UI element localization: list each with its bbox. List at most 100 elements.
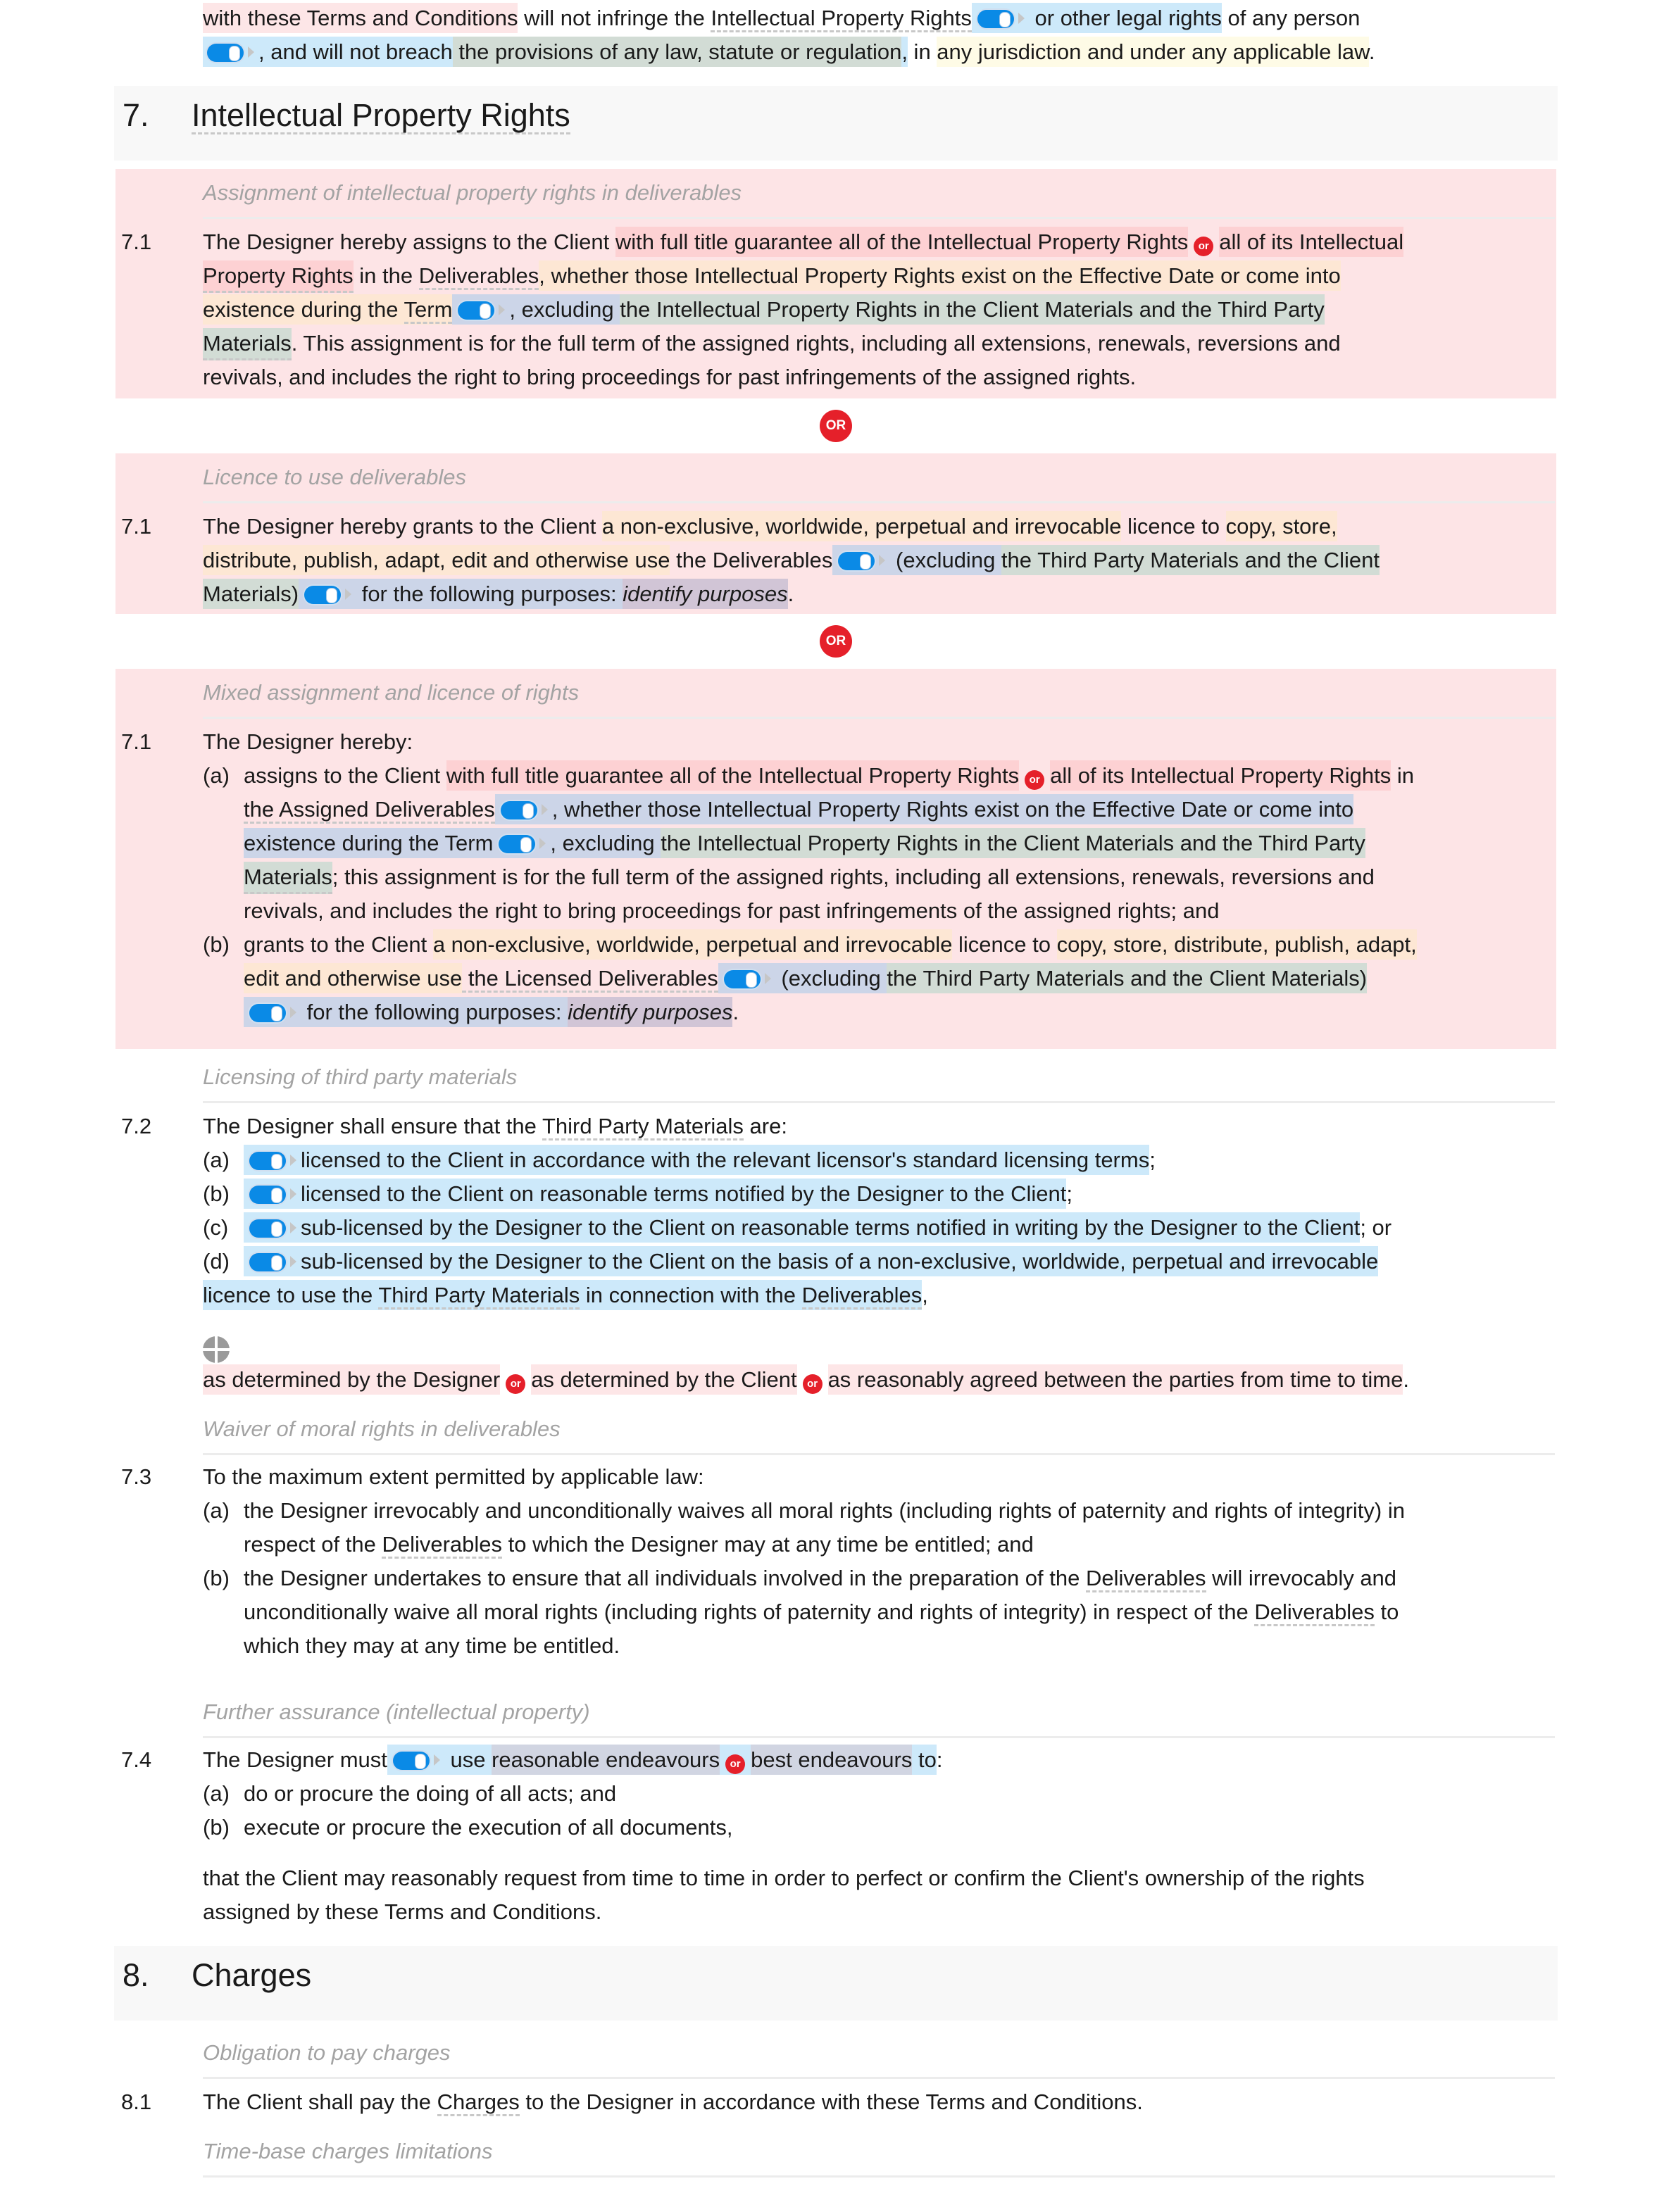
clause-subtitle: Assignment of intellectual property righ… [203,176,1555,219]
defined-term: Charges [437,2090,520,2116]
toggle-icon[interactable] [723,970,761,988]
defined-term: Deliverables [418,263,539,290]
optional-text: the provisions of any law, statute or re… [452,37,902,67]
section-number: 7. [123,97,149,133]
clause-text: The Designer hereby assigns to the Clien… [203,230,615,254]
toggle-icon[interactable] [249,1152,286,1170]
toggle-icon[interactable] [392,1752,430,1770]
clause-text: the Licensed Deliverables [462,966,718,993]
clause-text: (excluding [775,966,887,991]
list-label: (a) [203,763,230,788]
clause-text: which they may at any time be entitled. [244,1633,620,1658]
clause-text: Materials) [203,579,299,609]
arrow-icon [499,304,506,315]
clause-text: ; this assignment is for the full term o… [332,865,1375,889]
list-label: (b) [203,1181,230,1206]
list-label: (a) [203,1781,230,1806]
list-item-a: assigns to the Client with full title gu… [244,759,1553,928]
clause-7-4: The Designer must use reasonable endeavo… [203,1743,1555,1777]
text-group: the Assigned Deliverables , whether those… [244,793,1553,827]
arrow-icon [290,1256,296,1267]
clause-text: sub-licensed by the Designer to the Clie… [301,1249,1379,1274]
text-group: Materials. This assignment is for the fu… [203,327,1555,360]
toggle-icon[interactable] [500,801,537,819]
punctuation: . [1368,39,1375,64]
or-choice-icon[interactable]: or [506,1374,526,1394]
or-choice-icon[interactable]: or [725,1754,746,1774]
defined-term[interactable]: Intellectual Property Rights [711,6,972,32]
intro-line-1: with these Terms and Conditions will not… [203,1,1360,35]
arrow-icon [248,46,254,58]
option-text: as determined by the Designer [203,1364,501,1395]
text-group: use reasonable endeavours or best endeavou… [387,1745,937,1775]
clause-text: with full title guarantee all of the Int… [446,760,1020,791]
text-group: unconditionally waive all moral rights (… [244,1595,1553,1629]
optional-text: , and will not breach [258,39,453,64]
punctuation: , [901,39,908,64]
text-group: for the following purposes: [299,579,623,609]
clause-text: assigns to the Client [244,763,446,788]
or-choice-icon[interactable]: or [1025,770,1045,790]
toggle-icon[interactable] [207,44,244,62]
clause-text: grants to the Client [244,932,433,957]
clause-text: , [922,1283,928,1307]
text-group: Materials; this assignment is for the fu… [244,860,1553,894]
list-label: (b) [203,1566,230,1590]
toggle-icon[interactable] [249,1219,286,1238]
optional-text: or other legal rights [1028,6,1222,30]
placeholder-text[interactable]: identify purposes [623,579,788,609]
or-choice-icon[interactable]: or [802,1374,823,1394]
list-item-b: the Designer undertakes to ensure that a… [244,1561,1553,1663]
clause-text: (excluding [889,548,1001,572]
clause-text: the Designer irrevocably and uncondition… [244,1498,1405,1523]
placeholder-text[interactable]: identify purposes [568,997,733,1027]
section-title: Charges [192,1957,312,1993]
clause-text: the Deliverables [670,548,833,572]
clause-text: copy, store, [1225,511,1337,541]
toggle-icon[interactable] [499,835,536,853]
clause-text: unconditionally waive all moral rights (… [244,1600,1255,1624]
text-group: existence during the Term , excluding the… [203,293,1555,327]
option-text: all of its Intellectual [1219,227,1404,257]
toggle-icon[interactable] [458,301,495,320]
clause-text: sub-licensed by the Designer to the Clie… [301,1215,1361,1240]
clause-text: existence during the Term [244,831,494,855]
drag-handle-icon[interactable] [203,1336,230,1363]
clause-text: a non-exclusive, worldwide, perpetual an… [432,929,953,960]
clause-text: The Designer shall ensure that the [203,1114,542,1138]
clause-text: licence to use the [203,1283,379,1307]
toggle-icon[interactable] [304,586,342,604]
toggle-icon[interactable] [977,10,1014,28]
clause-subtitle: Time-base charges limitations [203,2135,1555,2178]
or-separator-icon[interactable]: OR [820,625,852,658]
text-group: revivals, and includes the right to brin… [244,894,1553,928]
toggle-icon[interactable] [249,1186,286,1204]
text-group: grants to the Client a non-exclusive, wo… [244,928,1553,962]
section-number: 8. [123,1957,149,1993]
clause-text: all of its Intellectual Property Rights [1050,760,1392,791]
toggle-icon[interactable] [838,552,875,570]
clause-text: licensed to the Client in accordance wit… [301,1148,1150,1172]
toggle-icon[interactable] [249,1253,286,1271]
toggle-icon[interactable] [249,1004,286,1022]
clause-text: . [1403,1367,1409,1392]
clause-number: 7.1 [121,729,152,754]
text-group: for the following purposes: [244,997,568,1027]
text-group: licensed to the Client on reasonable ter… [244,1179,1067,1209]
option-text: as determined by the Client [531,1364,797,1395]
list-label: (a) [203,1498,230,1523]
arrow-icon [290,1188,296,1200]
list-label: (d) [203,1249,230,1274]
clause-text: revivals, and includes the right to brin… [203,365,1137,389]
text-group: for the following purposes: identify pur… [244,995,1553,1029]
clause-text: a non-exclusive, worldwide, perpetual an… [601,511,1122,541]
or-choice-icon[interactable]: or [1194,237,1214,256]
clause-text: Third Party Materials [542,1114,744,1140]
or-separator-icon[interactable]: OR [820,410,852,442]
text-group: sub-licensed by the Designer to the Clie… [244,1212,1361,1243]
option-text: as reasonably agreed between the parties… [827,1364,1403,1395]
clause-text: The Client shall pay the [203,2090,437,2114]
clause-7-3-intro: To the maximum extent permitted by appli… [203,1464,704,1489]
clause-text: : [936,1747,943,1772]
clause-text: ; or [1360,1215,1392,1240]
